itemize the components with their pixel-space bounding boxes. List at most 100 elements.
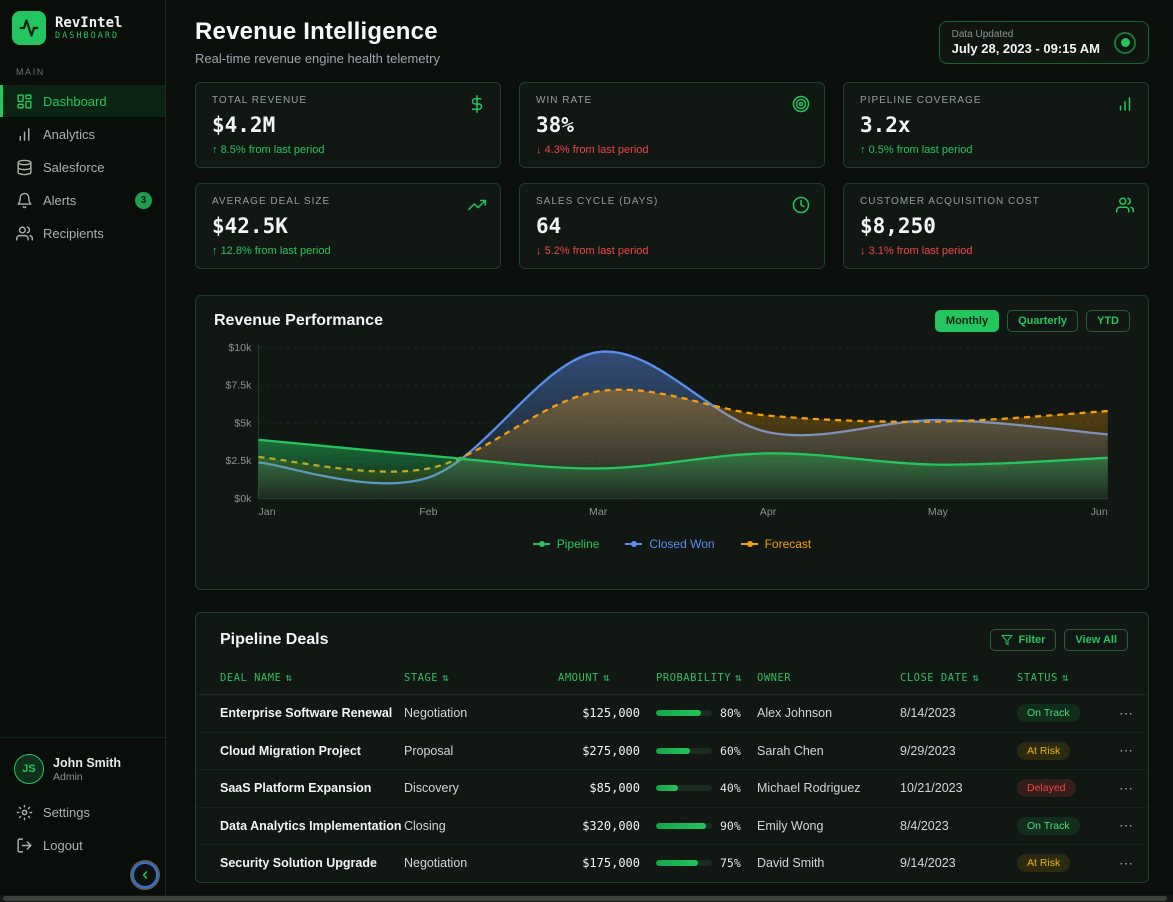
legend-marker-icon <box>625 543 642 545</box>
trending-up-icon <box>468 196 486 219</box>
sort-icon <box>285 671 292 684</box>
table-row: Data Analytics Implementation Closing $3… <box>196 808 1148 846</box>
sidebar-item-recipients[interactable]: Recipients <box>0 217 165 249</box>
kpi-card-total-revenue: TOTAL REVENUE $4.2M ↑ 8.5% from last per… <box>195 82 501 168</box>
kpi-value: $4.2M <box>212 113 484 137</box>
svg-text:Feb: Feb <box>419 507 438 518</box>
sort-icon <box>442 671 449 684</box>
probability-bar <box>656 860 712 866</box>
deal-owner: Sarah Chen <box>757 744 900 758</box>
deal-stage: Closing <box>404 819 558 833</box>
legend-marker-icon <box>741 543 758 545</box>
view-all-button[interactable]: View All <box>1064 629 1128 651</box>
svg-text:$7.5k: $7.5k <box>225 381 252 392</box>
probability-bar <box>656 785 712 791</box>
svg-text:Mar: Mar <box>589 507 608 518</box>
legend-item-closed-won[interactable]: Closed Won <box>625 537 714 551</box>
kpi-delta: ↓ 4.3% from last period <box>536 144 808 156</box>
log-out-icon <box>16 837 33 854</box>
deal-name: Security Solution Upgrade <box>220 856 404 870</box>
main-content: Revenue Intelligence Real-time revenue e… <box>166 0 1173 902</box>
deal-probability: 80% <box>656 706 757 720</box>
legend-item-pipeline[interactable]: Pipeline <box>533 537 600 551</box>
deal-close-date: 10/21/2023 <box>900 781 1017 795</box>
sidebar-item-logout[interactable]: Logout <box>0 829 165 861</box>
kpi-value: 3.2x <box>860 113 1132 137</box>
column-header-amount[interactable]: AMOUNT <box>558 671 656 684</box>
deal-stage: Discovery <box>404 781 558 795</box>
sidebar-item-dashboard[interactable]: Dashboard <box>0 85 165 117</box>
deal-amount: $85,000 <box>558 781 656 795</box>
svg-text:$0k: $0k <box>234 494 252 505</box>
sidebar-item-salesforce[interactable]: Salesforce <box>0 151 165 183</box>
dollar-sign-icon <box>468 95 486 118</box>
column-header-status[interactable]: STATUS <box>1017 671 1119 684</box>
deal-probability: 75% <box>656 856 757 870</box>
horizontal-scrollbar-thumb[interactable] <box>3 896 1167 901</box>
sidebar-item-alerts[interactable]: Alerts 3 <box>0 184 165 216</box>
layout-dashboard-icon <box>16 93 33 110</box>
data-updated-badge: Data Updated July 28, 2023 - 09:15 AM <box>939 21 1149 64</box>
settings-icon <box>16 804 33 821</box>
kpi-grid: TOTAL REVENUE $4.2M ↑ 8.5% from last per… <box>195 82 1149 269</box>
deal-probability: 90% <box>656 819 757 833</box>
column-header-stage[interactable]: STAGE <box>404 671 558 684</box>
table-header-row: DEAL NAME STAGE AMOUNT PROBABILITY OWNER… <box>196 661 1148 695</box>
kpi-label: PIPELINE COVERAGE <box>860 95 1132 106</box>
deal-amount: $175,000 <box>558 856 656 870</box>
range-button-quarterly[interactable]: Quarterly <box>1007 310 1078 332</box>
data-updated-value: July 28, 2023 - 09:15 AM <box>952 41 1100 56</box>
kpi-value: 38% <box>536 113 808 137</box>
legend-item-forecast[interactable]: Forecast <box>741 537 812 551</box>
bar-chart-icon <box>16 126 33 143</box>
user-profile: JS John Smith Admin <box>0 750 165 796</box>
revenue-performance-card: Revenue Performance MonthlyQuarterlyYTD … <box>195 295 1149 590</box>
deal-stage: Proposal <box>404 744 558 758</box>
svg-text:Jun: Jun <box>1091 507 1108 518</box>
column-header-probability[interactable]: PROBABILITY <box>656 671 757 684</box>
svg-text:Apr: Apr <box>760 507 777 518</box>
svg-text:May: May <box>928 507 949 518</box>
activity-icon <box>12 11 46 45</box>
filter-button[interactable]: Filter <box>990 629 1057 651</box>
column-header-owner: OWNER <box>757 672 900 684</box>
kpi-card-average-deal-size: AVERAGE DEAL SIZE $42.5K ↑ 12.8% from la… <box>195 183 501 269</box>
row-menu-button[interactable] <box>1119 817 1134 834</box>
kpi-delta: ↑ 0.5% from last period <box>860 144 1132 156</box>
deal-name: Enterprise Software Renewal <box>220 706 404 720</box>
live-pulse-icon <box>1114 32 1136 54</box>
sidebar-item-analytics[interactable]: Analytics <box>0 118 165 150</box>
kpi-card-customer-acquisition-cost: CUSTOMER ACQUISITION COST $8,250 ↓ 3.1% … <box>843 183 1149 269</box>
row-menu-button[interactable] <box>1119 742 1134 759</box>
sidebar: RevIntel DASHBOARD MAIN Dashboard Analyt… <box>0 0 166 902</box>
row-menu-button[interactable] <box>1119 780 1134 797</box>
range-button-ytd[interactable]: YTD <box>1086 310 1130 332</box>
kpi-card-pipeline-coverage: PIPELINE COVERAGE 3.2x ↑ 0.5% from last … <box>843 82 1149 168</box>
svg-text:Jan: Jan <box>258 507 275 518</box>
kpi-value: $8,250 <box>860 214 1132 238</box>
row-menu-button[interactable] <box>1119 705 1134 722</box>
kpi-label: CUSTOMER ACQUISITION COST <box>860 196 1132 207</box>
range-button-monthly[interactable]: Monthly <box>935 310 999 332</box>
deal-owner: Alex Johnson <box>757 706 900 720</box>
row-menu-button[interactable] <box>1119 855 1134 872</box>
pipeline-deals-card: Pipeline Deals Filter View All DEAL NAME… <box>195 612 1149 883</box>
sidebar-nav: Dashboard Analytics Salesforce Alerts 3 … <box>0 85 165 250</box>
sidebar-collapse-button[interactable] <box>132 862 158 888</box>
kpi-card-win-rate: WIN RATE 38% ↓ 4.3% from last period <box>519 82 825 168</box>
filter-icon <box>1001 634 1013 646</box>
svg-text:$10k: $10k <box>228 343 252 354</box>
column-header-close-date[interactable]: CLOSE DATE <box>900 671 1017 684</box>
column-header-deal-name[interactable]: DEAL NAME <box>220 671 404 684</box>
probability-bar <box>656 710 712 716</box>
deal-probability: 60% <box>656 744 757 758</box>
sidebar-item-settings[interactable]: Settings <box>0 796 165 828</box>
legend-marker-icon <box>533 543 550 545</box>
chart-title: Revenue Performance <box>214 312 383 330</box>
horizontal-scrollbar[interactable] <box>0 895 1173 902</box>
deal-owner: Emily Wong <box>757 819 900 833</box>
kpi-label: SALES CYCLE (DAYS) <box>536 196 808 207</box>
deal-close-date: 9/29/2023 <box>900 744 1017 758</box>
status-badge: On Track <box>1017 817 1080 835</box>
bell-icon <box>16 192 33 209</box>
